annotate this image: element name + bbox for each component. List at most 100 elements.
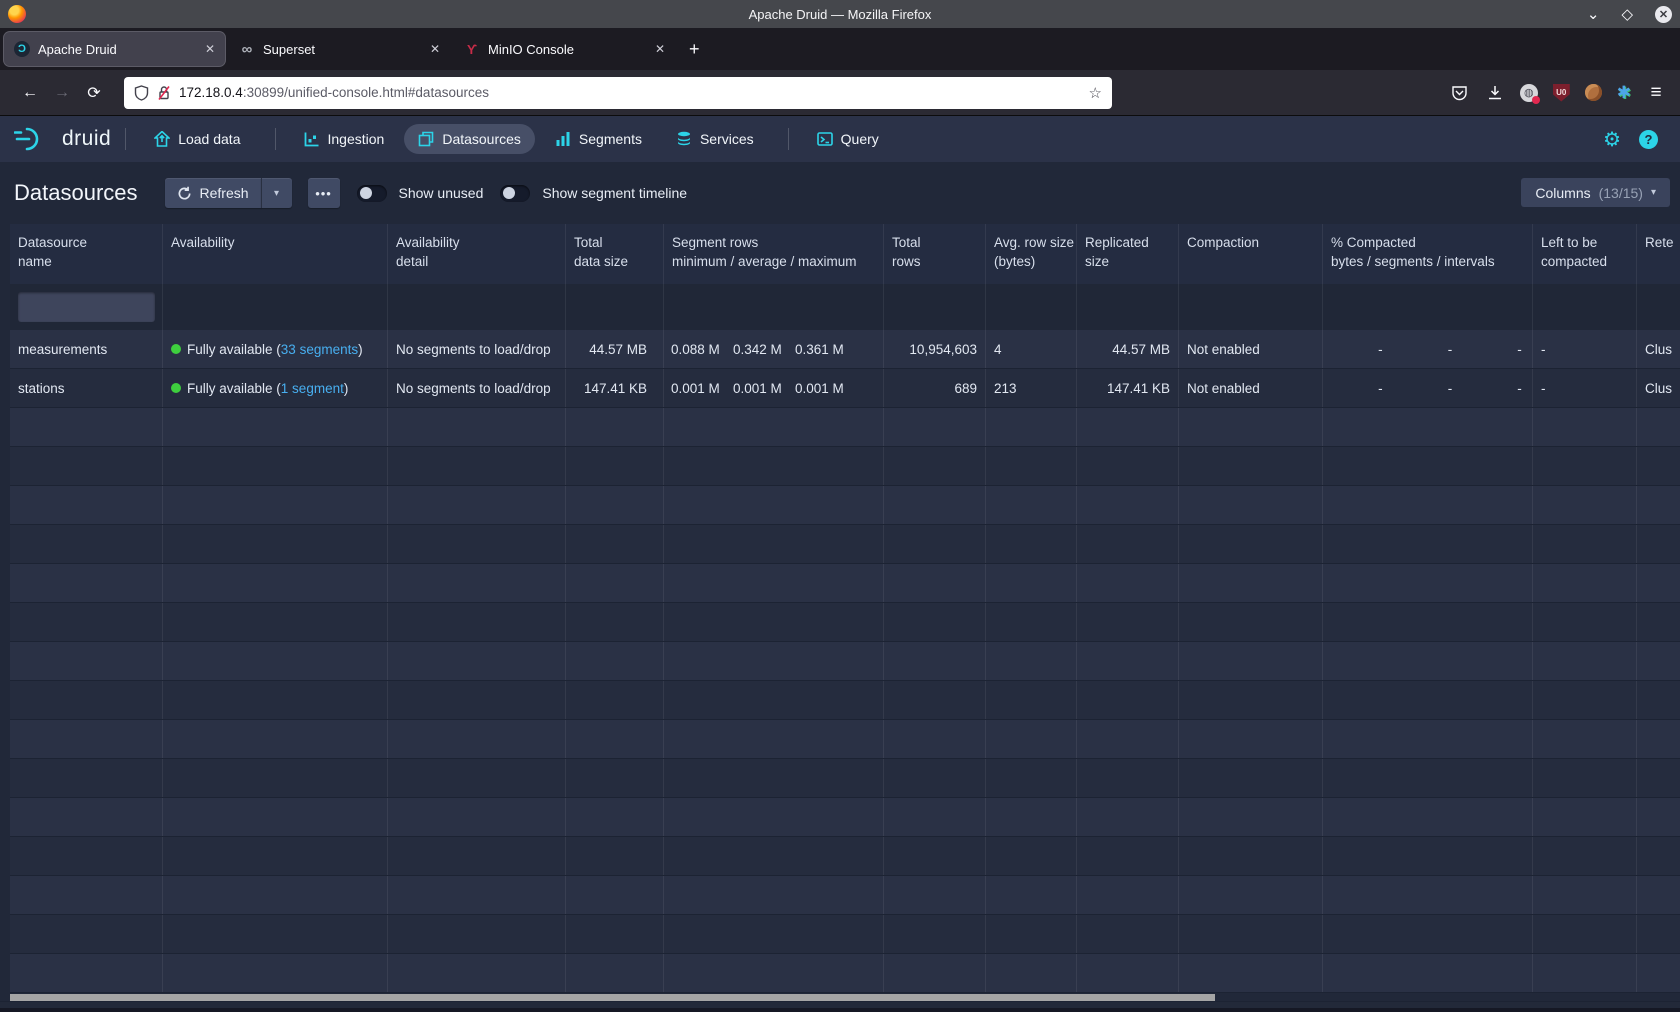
column-header-compaction[interactable]: Compaction	[1179, 224, 1323, 284]
column-header-replicated-size[interactable]: Replicatedsize	[1077, 224, 1179, 284]
empty-table-row	[10, 525, 1680, 564]
bookmark-star-icon[interactable]: ☆	[1089, 84, 1102, 102]
help-icon[interactable]: ?	[1639, 130, 1658, 149]
cell-availability: Fully available (1 segment)	[163, 369, 388, 407]
pocket-button[interactable]	[1450, 83, 1470, 103]
nav-divider	[125, 128, 126, 150]
nav-item-query[interactable]: Query	[803, 124, 893, 154]
cell-left-to-be-compacted: -	[1533, 330, 1637, 368]
new-tab-button[interactable]: +	[679, 39, 710, 60]
refresh-button[interactable]: Refresh	[165, 178, 261, 208]
table-header-row: Datasourcename Availability Availability…	[10, 224, 1680, 284]
settings-gear-icon[interactable]: ⚙	[1603, 127, 1621, 151]
cell-avg-row-size: 213	[986, 369, 1077, 407]
asterisk-extension-icon[interactable]: ✱	[1617, 83, 1631, 103]
datasource-row-measurements[interactable]: measurements Fully available (33 segment…	[10, 330, 1680, 369]
nav-item-label: Query	[841, 131, 879, 147]
toggle-knob	[360, 187, 372, 199]
show-segment-timeline-label: Show segment timeline	[542, 185, 687, 201]
refresh-caret-button[interactable]: ▾	[261, 178, 292, 208]
cell-datasource-name: measurements	[10, 330, 163, 368]
url-text: 172.18.0.4:30899/unified-console.html#da…	[179, 85, 1081, 100]
ublock-shield-icon[interactable]: U0	[1553, 84, 1570, 102]
tab-bar: Ɔ Apache Druid ✕ ∞ Superset ✕ ϒ MinIO Co…	[0, 28, 1680, 70]
show-unused-label: Show unused	[399, 185, 484, 201]
show-unused-toggle[interactable]	[357, 185, 387, 202]
tracking-shield-icon[interactable]	[134, 85, 149, 101]
tab-superset[interactable]: ∞ Superset ✕	[229, 32, 450, 66]
cell-replicated-size: 44.57 MB	[1077, 330, 1179, 368]
show-segment-timeline-toggle[interactable]	[500, 185, 530, 202]
druid-brand[interactable]: druid	[14, 125, 111, 153]
tab-close-icon[interactable]: ✕	[430, 42, 440, 56]
datasources-view-header: Datasources Refresh ▾ ••• Show unused Sh…	[0, 162, 1680, 224]
datasources-icon	[418, 131, 434, 147]
window-titlebar: Apache Druid — Mozilla Firefox ⌄ ◇ ✕	[0, 0, 1680, 28]
column-header-segment-rows[interactable]: Segment rowsminimum / average / maximum	[664, 224, 884, 284]
column-header-datasource-name[interactable]: Datasourcename	[10, 224, 163, 284]
nav-item-services[interactable]: Services	[662, 124, 768, 154]
segments-link[interactable]: 33 segments	[281, 342, 358, 357]
reload-button[interactable]: ⟳	[78, 83, 110, 103]
column-header-pct-compacted[interactable]: % Compactedbytes / segments / intervals	[1323, 224, 1533, 284]
forward-button[interactable]: →	[46, 84, 78, 102]
tab-close-icon[interactable]: ✕	[205, 42, 215, 56]
window-close-icon[interactable]: ✕	[1655, 6, 1672, 23]
cookie-icon[interactable]	[1585, 84, 1602, 101]
nav-item-segments[interactable]: Segments	[541, 124, 656, 154]
window-maximize-icon[interactable]: ◇	[1621, 7, 1633, 22]
column-header-retention[interactable]: Rete	[1637, 224, 1680, 284]
cell-compaction: Not enabled	[1179, 330, 1323, 368]
download-icon	[1487, 85, 1503, 101]
column-header-left-to-be-compacted[interactable]: Left to becompacted	[1533, 224, 1637, 284]
nav-item-ingestion[interactable]: Ingestion	[290, 124, 399, 154]
tab-label: Superset	[263, 42, 422, 57]
cell-availability: Fully available (33 segments)	[163, 330, 388, 368]
column-header-total-data-size[interactable]: Totaldata size	[566, 224, 664, 284]
tab-apache-druid[interactable]: Ɔ Apache Druid ✕	[4, 32, 225, 66]
insecure-lock-icon[interactable]	[157, 85, 171, 101]
window-title: Apache Druid — Mozilla Firefox	[0, 7, 1680, 22]
cell-pct-compacted: ---	[1323, 330, 1533, 368]
toggle-knob	[503, 187, 515, 199]
tab-label: MinIO Console	[488, 42, 647, 57]
datasource-filter-input[interactable]	[18, 292, 155, 322]
url-input[interactable]: 172.18.0.4:30899/unified-console.html#da…	[124, 77, 1112, 109]
extension-button[interactable]: ◍	[1520, 84, 1538, 102]
column-header-availability-detail[interactable]: Availabilitydetail	[388, 224, 566, 284]
cell-segment-rows: 0.001 M0.001 M0.001 M	[664, 369, 884, 407]
columns-button[interactable]: Columns (13/15) ▾	[1521, 178, 1670, 207]
empty-table-row	[10, 486, 1680, 525]
cell-total-data-size: 44.57 MB	[566, 330, 664, 368]
load-data-icon	[154, 131, 170, 147]
empty-table-row	[10, 954, 1680, 993]
tab-close-icon[interactable]: ✕	[655, 42, 665, 56]
column-header-avg-row-size[interactable]: Avg. row size(bytes)	[986, 224, 1077, 284]
cell-avg-row-size: 4	[986, 330, 1077, 368]
horizontal-scrollbar-thumb[interactable]	[10, 994, 1215, 1001]
download-button[interactable]	[1485, 83, 1505, 103]
cell-retention: Clus	[1637, 369, 1680, 407]
hamburger-menu-icon[interactable]: ≡	[1646, 83, 1666, 103]
segments-link[interactable]: 1 segment	[281, 381, 344, 396]
window-minimize-icon[interactable]: ⌄	[1587, 7, 1600, 22]
page-title: Datasources	[14, 180, 138, 206]
datasource-row-stations[interactable]: stations Fully available (1 segment) No …	[10, 369, 1680, 408]
column-header-total-rows[interactable]: Totalrows	[884, 224, 986, 284]
nav-item-label: Datasources	[442, 131, 521, 147]
refresh-label: Refresh	[200, 185, 249, 201]
column-header-availability[interactable]: Availability	[163, 224, 388, 284]
nav-divider	[788, 128, 789, 150]
availability-dot-icon	[171, 344, 181, 354]
refresh-icon	[177, 186, 192, 201]
tab-minio-console[interactable]: ϒ MinIO Console ✕	[454, 32, 675, 66]
nav-item-label: Ingestion	[328, 131, 385, 147]
druid-navbar: druid Load data Ingestion Datasources Se	[0, 116, 1680, 162]
back-button[interactable]: ←	[14, 84, 46, 102]
cell-total-data-size: 147.41 KB	[566, 369, 664, 407]
table-body-empty	[10, 408, 1680, 993]
more-actions-button[interactable]: •••	[308, 178, 340, 208]
nav-item-datasources[interactable]: Datasources	[404, 124, 535, 154]
nav-item-load-data[interactable]: Load data	[140, 124, 254, 154]
horizontal-scrollbar[interactable]	[10, 993, 1680, 1001]
